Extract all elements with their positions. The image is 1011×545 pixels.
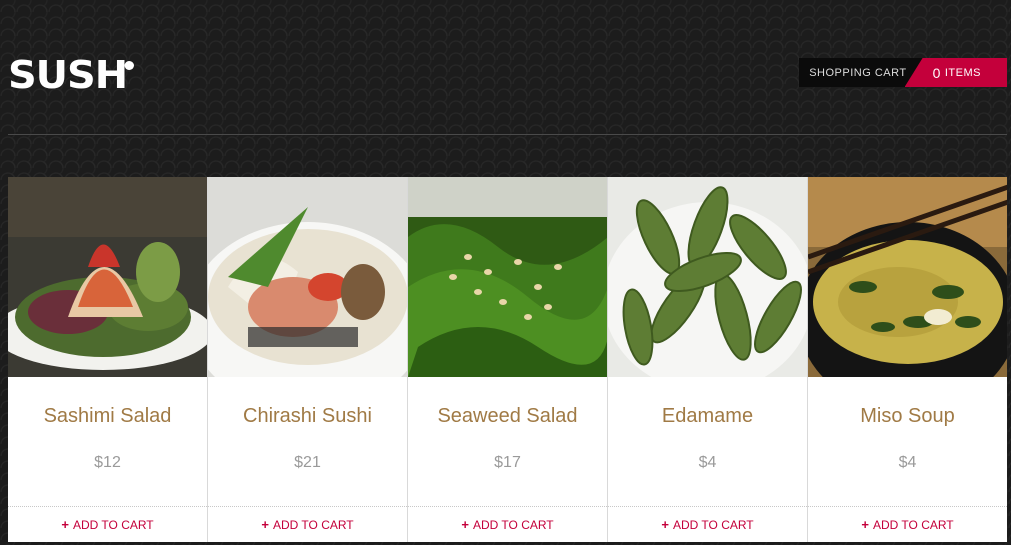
plus-icon: +	[461, 517, 469, 532]
product-price: $4	[898, 454, 917, 471]
product-price: $4	[698, 454, 717, 471]
product-name[interactable]: Sashimi Salad	[8, 405, 207, 428]
logo-dot	[124, 61, 135, 70]
add-to-cart-button[interactable]: + ADD TO CART	[808, 506, 1007, 542]
product-card: Seaweed Salad $17 + ADD TO CART	[408, 177, 608, 542]
add-to-cart-button[interactable]: + ADD TO CART	[408, 506, 607, 542]
plus-icon: +	[261, 517, 269, 532]
product-price: $21	[294, 454, 321, 471]
shopping-cart-label: SHOPPING CART	[799, 58, 923, 87]
sashimi-salad-photo[interactable]	[8, 177, 207, 377]
header-divider	[8, 134, 1007, 135]
add-to-cart-button[interactable]: + ADD TO CART	[8, 506, 207, 542]
product-name[interactable]: Seaweed Salad	[408, 405, 607, 428]
product-name[interactable]: Chirashi Sushi	[208, 405, 407, 428]
product-card: Edamame $4 + ADD TO CART	[608, 177, 808, 542]
plus-icon: +	[661, 517, 669, 532]
product-name[interactable]: Miso Soup	[808, 405, 1007, 428]
product-card: Miso Soup $4 + ADD TO CART	[808, 177, 1007, 542]
plus-icon: +	[861, 517, 869, 532]
product-card: Sashimi Salad $12 + ADD TO CART	[8, 177, 208, 542]
shopping-cart[interactable]: SHOPPING CART 0 ITEMS	[799, 58, 1007, 87]
add-to-cart-label: ADD TO CART	[872, 517, 954, 532]
edamame-photo[interactable]	[608, 177, 807, 377]
product-price: $17	[494, 454, 521, 471]
product-name[interactable]: Edamame	[608, 405, 807, 428]
cart-items-label: ITEMS	[944, 66, 981, 79]
miso-soup-photo[interactable]	[808, 177, 1007, 377]
plus-icon: +	[61, 517, 69, 532]
cart-item-count[interactable]: 0 ITEMS	[904, 58, 1007, 87]
add-to-cart-button[interactable]: + ADD TO CART	[608, 506, 807, 542]
add-to-cart-button[interactable]: + ADD TO CART	[208, 506, 407, 542]
add-to-cart-label: ADD TO CART	[72, 517, 154, 532]
add-to-cart-label: ADD TO CART	[472, 517, 554, 532]
product-grid: Sashimi Salad $12 + ADD TO CART Chirashi…	[8, 177, 1007, 542]
logo[interactable]: SUSH	[8, 56, 137, 94]
cart-count-number: 0	[932, 64, 941, 81]
product-card: Chirashi Sushi $21 + ADD TO CART	[208, 177, 408, 542]
seaweed-salad-photo[interactable]	[408, 177, 607, 377]
add-to-cart-label: ADD TO CART	[672, 517, 754, 532]
add-to-cart-label: ADD TO CART	[272, 517, 354, 532]
chirashi-sushi-photo[interactable]	[208, 177, 407, 377]
product-price: $12	[94, 454, 121, 471]
